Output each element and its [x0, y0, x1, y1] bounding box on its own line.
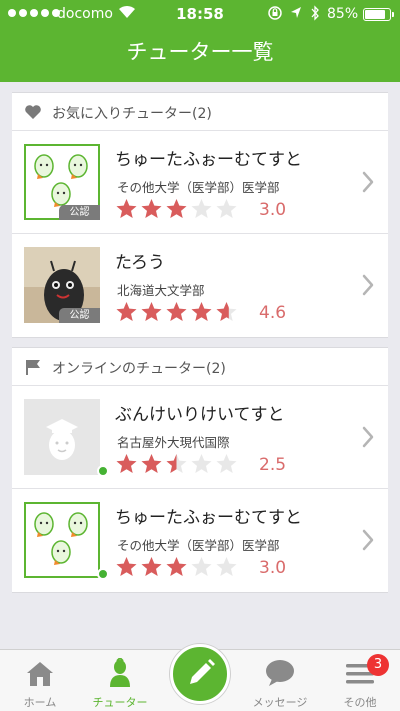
tab-more[interactable]: その他 [320, 650, 400, 711]
star-icon [216, 454, 237, 473]
location-icon [291, 7, 301, 18]
online-indicator [97, 568, 109, 580]
default-avatar [24, 399, 100, 475]
tutor-name: たろう [115, 253, 165, 273]
tutor-avatar [24, 399, 109, 477]
star-rating [115, 453, 238, 475]
star-icon [141, 557, 162, 576]
star-icon [216, 557, 237, 576]
tutor-row[interactable]: 公認 たろう 北海道大文学部 4.6 [12, 234, 388, 337]
tutor-name: ちゅーたふぉーむてすと [115, 508, 302, 528]
star-icon [216, 302, 237, 321]
star-icon [166, 454, 187, 473]
tab-label: ホーム [23, 696, 57, 709]
chevron-right-icon [362, 529, 374, 551]
star-rating [115, 556, 238, 578]
star-icon [116, 302, 137, 321]
star-icon [116, 199, 137, 218]
star-icon [191, 199, 212, 218]
rating-value: 3.0 [259, 558, 287, 578]
tutor-avatar: 公認 [22, 142, 102, 222]
rating-value: 3.0 [259, 200, 287, 220]
online-tutors-section: オンラインのチューター(2) ぶんけいりけいてすと 名古屋外大現代国際 2.5 [12, 347, 388, 593]
tutor-school: その他大学（医学部）医学部 [117, 180, 280, 195]
star-rating [115, 198, 238, 220]
chevron-right-icon [362, 426, 374, 448]
star-icon [116, 454, 137, 473]
header: docomo 18:58 85% チューター一覧 [0, 0, 400, 82]
tab-label: メッセージ [252, 696, 308, 709]
home-icon [27, 662, 53, 686]
section-header: オンラインのチューター(2) [12, 348, 388, 386]
tutor-row[interactable]: ぶんけいりけいてすと 名古屋外大現代国際 2.5 [12, 386, 388, 489]
rotation-lock-icon [268, 6, 282, 20]
section-title: お気に入りチューター(2) [52, 106, 212, 122]
tab-label: チューター [92, 696, 148, 709]
tutor-avatar [22, 500, 109, 580]
star-icon [141, 302, 162, 321]
star-icon [141, 199, 162, 218]
chevron-right-icon [362, 171, 374, 193]
pencil-icon [190, 659, 215, 684]
star-icon [166, 302, 187, 321]
verified-badge: 公認 [59, 308, 100, 323]
rating-value: 4.6 [259, 303, 287, 323]
tutor-icon [110, 658, 130, 687]
section-title: オンラインのチューター(2) [52, 361, 226, 377]
speech-bubble-icon [266, 660, 294, 686]
heart-icon [25, 105, 41, 119]
star-icon [141, 454, 162, 473]
chevron-right-icon [362, 274, 374, 296]
bluetooth-icon [311, 5, 319, 21]
battery-percent: 85% [327, 6, 359, 22]
rating-value: 2.5 [259, 455, 287, 475]
tab-tutor[interactable]: チューター [80, 650, 160, 711]
verified-badge: 公認 [59, 205, 100, 220]
favorite-tutors-section: お気に入りチューター(2) 公認 ちゅーたふぉーむてすと その他大学（医学部）医… [12, 92, 388, 338]
tab-home[interactable]: ホーム [0, 650, 80, 711]
flag-icon [26, 360, 40, 375]
tutor-row[interactable]: ちゅーたふぉーむてすと その他大学（医学部）医学部 3.0 [12, 489, 388, 592]
notification-badge: 3 [367, 654, 389, 676]
star-rating [115, 301, 238, 323]
tutor-name: ぶんけいりけいてすと [115, 405, 285, 425]
tab-messages[interactable]: メッセージ [240, 650, 320, 711]
tutor-school: 北海道大文学部 [117, 283, 205, 298]
tab-label: その他 [343, 696, 377, 709]
status-bar: docomo 18:58 85% [0, 0, 400, 28]
tutor-school: 名古屋外大現代国際 [117, 435, 230, 450]
star-icon [116, 557, 137, 576]
star-icon [216, 199, 237, 218]
section-header: お気に入りチューター(2) [12, 93, 388, 131]
page-title: チューター一覧 [126, 40, 274, 64]
star-icon [191, 557, 212, 576]
star-icon [191, 302, 212, 321]
tutor-row[interactable]: 公認 ちゅーたふぉーむてすと その他大学（医学部）医学部 3.0 [12, 131, 388, 234]
star-icon [166, 199, 187, 218]
star-icon [166, 557, 187, 576]
online-indicator [97, 465, 109, 477]
egg-pattern-avatar [22, 500, 102, 580]
compose-button[interactable] [170, 644, 230, 704]
tutor-school: その他大学（医学部）医学部 [117, 538, 280, 553]
tutor-name: ちゅーたふぉーむてすと [115, 150, 302, 170]
battery-icon [363, 8, 394, 21]
star-icon [191, 454, 212, 473]
tutor-avatar: 公認 [24, 247, 100, 323]
